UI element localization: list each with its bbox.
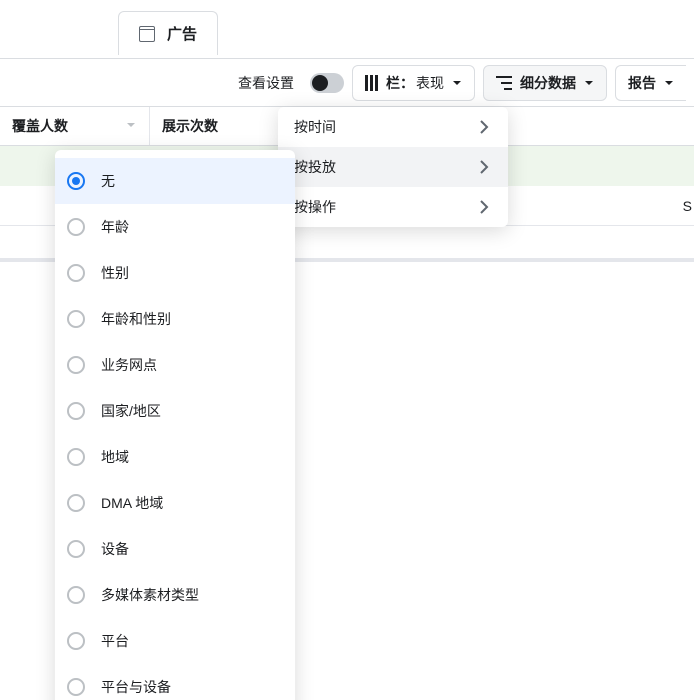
breakdown-option-country[interactable]: 国家/地区 xyxy=(55,388,295,434)
radio-icon xyxy=(67,356,85,374)
option-label: 平台与设备 xyxy=(101,677,171,697)
option-label: 地域 xyxy=(101,447,129,467)
option-label: 业务网点 xyxy=(101,355,157,375)
breakdown-option-age[interactable]: 年龄 xyxy=(55,204,295,250)
radio-icon xyxy=(67,172,85,190)
radio-icon xyxy=(67,586,85,604)
breakdown-option-region[interactable]: 地域 xyxy=(55,434,295,480)
option-label: 多媒体素材类型 xyxy=(101,585,199,605)
row-partial-text: S xyxy=(683,186,692,226)
submenu-label: 按操作 xyxy=(294,197,336,217)
radio-icon xyxy=(67,448,85,466)
breakdown-label: 细分数据 xyxy=(520,73,576,93)
submenu-item-by-time[interactable]: 按时间 xyxy=(278,107,508,147)
option-label: 设备 xyxy=(101,539,129,559)
caret-down-icon xyxy=(584,78,594,88)
radio-icon xyxy=(67,402,85,420)
breakdown-icon xyxy=(496,76,512,90)
caret-down-icon xyxy=(452,78,462,88)
chevron-right-icon xyxy=(476,159,492,175)
breakdown-option-age-gender[interactable]: 年龄和性别 xyxy=(55,296,295,342)
submenu-label: 按投放 xyxy=(294,157,336,177)
col-impressions-label: 展示次数 xyxy=(162,116,218,136)
breakdown-option-platform-device[interactable]: 平台与设备 xyxy=(55,664,295,700)
option-label: 年龄和性别 xyxy=(101,309,171,329)
sort-caret-icon xyxy=(125,118,137,134)
columns-icon xyxy=(365,75,378,91)
radio-icon xyxy=(67,632,85,650)
caret-down-icon xyxy=(664,78,674,88)
col-impressions[interactable]: 展示次数 xyxy=(150,107,295,145)
radio-icon xyxy=(67,310,85,328)
option-label: 国家/地区 xyxy=(101,401,161,421)
col-reach[interactable]: 覆盖人数 xyxy=(0,107,150,145)
chevron-right-icon xyxy=(476,119,492,135)
view-settings-toggle[interactable] xyxy=(310,73,344,93)
option-label: 平台 xyxy=(101,631,129,651)
submenu-item-by-delivery[interactable]: 按投放 xyxy=(278,147,508,187)
report-label: 报告 xyxy=(628,73,656,93)
toolbar: 查看设置 栏：表现 细分数据 报告 xyxy=(0,58,694,106)
view-settings-label: 查看设置 xyxy=(234,65,298,101)
tab-ads[interactable]: 广告 xyxy=(118,11,218,55)
breakdown-button[interactable]: 细分数据 xyxy=(483,65,607,101)
chevron-right-icon xyxy=(476,199,492,215)
option-label: DMA 地域 xyxy=(101,493,163,513)
radio-icon xyxy=(67,540,85,558)
toggle-knob xyxy=(312,75,328,91)
breakdown-option-dma[interactable]: DMA 地域 xyxy=(55,480,295,526)
option-label: 无 xyxy=(101,171,115,191)
columns-button[interactable]: 栏：表现 xyxy=(352,65,475,101)
submenu-label: 按时间 xyxy=(294,117,336,137)
breakdown-options-panel: 无 年龄 性别 年龄和性别 业务网点 国家/地区 地域 DMA 地域 xyxy=(55,150,295,700)
col-reach-label: 覆盖人数 xyxy=(12,116,68,136)
breakdown-option-none[interactable]: 无 xyxy=(55,158,295,204)
breakdown-option-device[interactable]: 设备 xyxy=(55,526,295,572)
radio-icon xyxy=(67,678,85,696)
breakdown-option-media-type[interactable]: 多媒体素材类型 xyxy=(55,572,295,618)
breakdown-option-platform[interactable]: 平台 xyxy=(55,618,295,664)
tab-label: 广告 xyxy=(167,23,197,44)
option-label: 性别 xyxy=(101,263,129,283)
submenu-item-by-action[interactable]: 按操作 xyxy=(278,187,508,227)
radio-icon xyxy=(67,264,85,282)
report-button[interactable]: 报告 xyxy=(615,65,686,101)
radio-icon xyxy=(67,218,85,236)
breakdown-option-gender[interactable]: 性别 xyxy=(55,250,295,296)
breakdown-option-business[interactable]: 业务网点 xyxy=(55,342,295,388)
option-label: 年龄 xyxy=(101,217,129,237)
breakdown-submenu: 按时间 按投放 按操作 xyxy=(278,107,508,227)
columns-label: 栏：表现 xyxy=(386,73,444,93)
window-icon xyxy=(139,26,155,42)
radio-icon xyxy=(67,494,85,512)
